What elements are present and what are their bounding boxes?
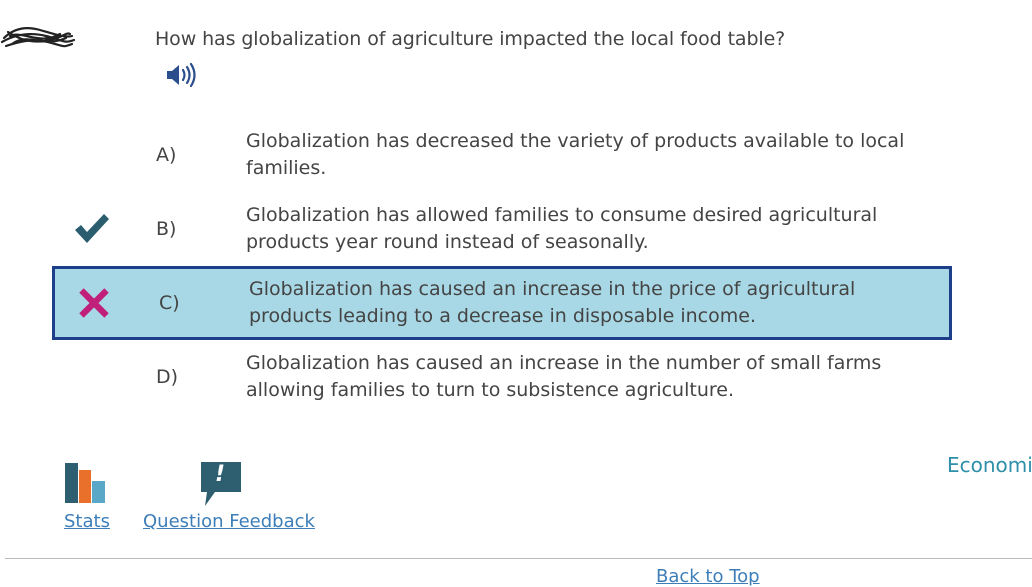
checkmark-icon	[75, 214, 109, 243]
exclamation-glyph: !	[215, 462, 226, 487]
x-mark-icon	[79, 288, 109, 318]
question-feedback-link[interactable]: Question Feedback	[143, 511, 315, 532]
answer-letter: B)	[156, 218, 177, 240]
answer-option-b[interactable]: B) Globalization has allowed families to…	[52, 192, 952, 266]
answer-text: Globalization has decreased the variety …	[246, 130, 905, 179]
answer-option-a[interactable]: A) Globalization has decreased the varie…	[52, 118, 952, 192]
question-text: How has globalization of agriculture imp…	[155, 28, 786, 50]
answer-option-c[interactable]: C) Globalization has caused an increase …	[52, 266, 952, 340]
speech-bubble-icon[interactable]: !	[199, 460, 243, 508]
redacted-scribble	[0, 27, 76, 48]
answer-text: Globalization has allowed families to co…	[246, 204, 878, 253]
bar-chart-icon[interactable]	[64, 461, 106, 503]
answer-letter: A)	[156, 144, 177, 166]
divider	[5, 558, 1032, 559]
answer-letter: C)	[159, 292, 180, 314]
category-label: Economic	[947, 453, 1032, 477]
answer-letter: D)	[156, 366, 179, 388]
speaker-icon[interactable]	[164, 60, 198, 90]
back-to-top-link[interactable]: Back to Top	[656, 566, 760, 587]
answer-text: Globalization has caused an increase in …	[249, 278, 856, 327]
answer-text: Globalization has caused an increase in …	[246, 352, 882, 401]
stats-link[interactable]: Stats	[64, 511, 110, 532]
answer-option-d[interactable]: D) Globalization has caused an increase …	[52, 340, 952, 414]
